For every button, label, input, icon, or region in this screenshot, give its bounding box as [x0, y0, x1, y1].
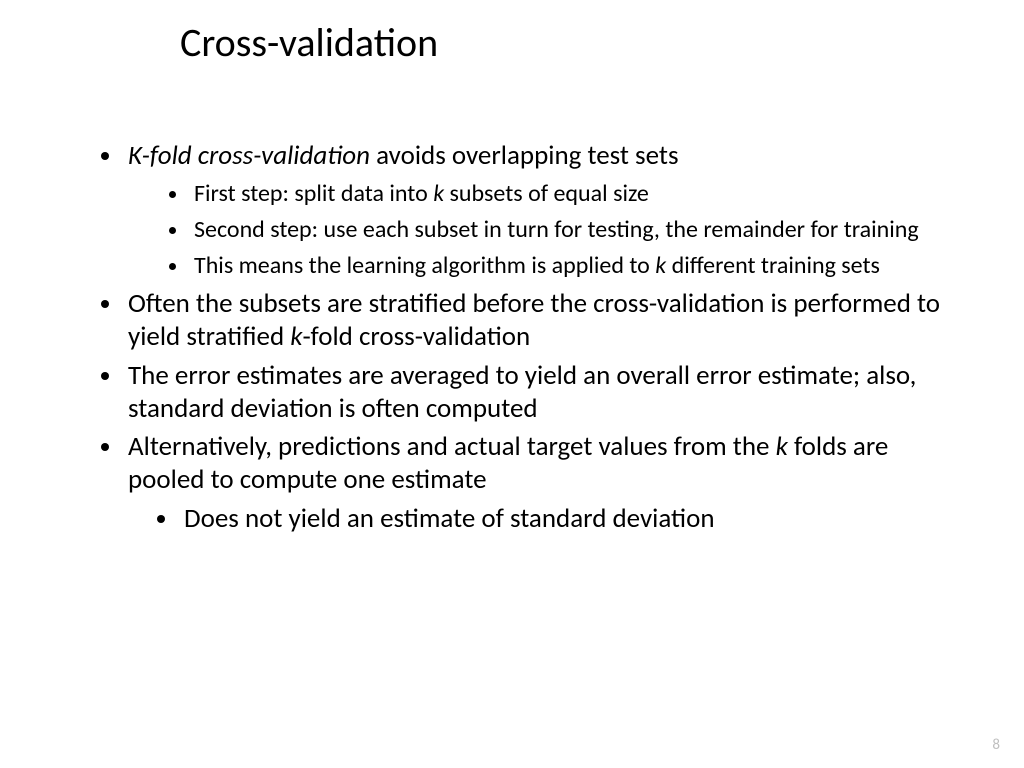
list-item: Does not yield an estimate of standard d… — [180, 503, 954, 536]
text: Alternatively, predictions and actual ta… — [128, 430, 776, 463]
sub-bullet-list: First step: split data into k subsets of… — [128, 179, 954, 281]
variable-k: k — [433, 179, 444, 208]
slide-body: K-fold cross-validation avoids overlappi… — [96, 140, 954, 543]
text: This means the learning algorithm is app… — [194, 251, 655, 280]
text: subsets of equal size — [444, 179, 649, 208]
variable-k: k — [290, 320, 302, 353]
list-item: First step: split data into k subsets of… — [190, 179, 954, 208]
list-item: K-fold cross-validation avoids overlappi… — [124, 140, 954, 281]
emphasis-text: K-fold cross-validation — [128, 139, 370, 172]
list-item: The error estimates are averaged to yiel… — [124, 360, 954, 426]
slide-title: Cross-validation — [180, 18, 438, 67]
slide: Cross-validation K-fold cross-validation… — [0, 0, 1024, 768]
text: Does not yield an estimate of standard d… — [184, 502, 715, 535]
text: -fold cross-validation — [303, 320, 531, 353]
text: avoids overlapping test sets — [370, 139, 678, 172]
variable-k: k — [655, 251, 666, 280]
list-item: Second step: use each subset in turn for… — [190, 215, 954, 244]
page-number: 8 — [992, 736, 1000, 754]
list-item: Often the subsets are stratified before … — [124, 288, 954, 354]
text: The error estimates are averaged to yiel… — [128, 359, 916, 425]
list-item: Alternatively, predictions and actual ta… — [124, 431, 954, 536]
bullet-list: K-fold cross-validation avoids overlappi… — [96, 140, 954, 536]
text: Often the subsets are stratified before … — [128, 287, 940, 353]
list-item: This means the learning algorithm is app… — [190, 251, 954, 280]
variable-k: k — [776, 430, 788, 463]
text: First step: split data into — [194, 179, 433, 208]
text: Second step: use each subset in turn for… — [194, 215, 919, 244]
sub-bullet-list: Does not yield an estimate of standard d… — [128, 503, 954, 536]
text: different training sets — [666, 251, 880, 280]
